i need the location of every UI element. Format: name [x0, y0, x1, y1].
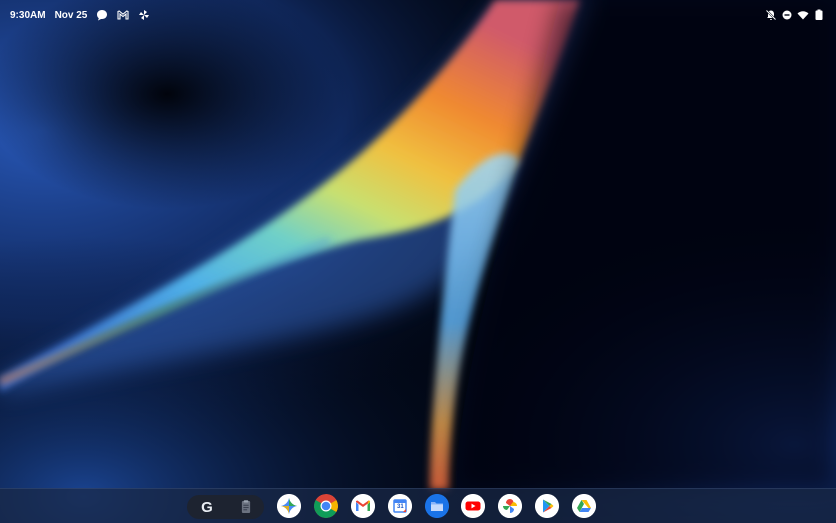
gmail-app-icon[interactable]: [351, 494, 375, 518]
status-bar-left: 9:30AM Nov 25: [10, 9, 150, 21]
play-store-icon[interactable]: [535, 494, 559, 518]
photos-icon[interactable]: [498, 494, 522, 518]
calendar-date-label: 31: [397, 504, 404, 510]
chrome-icon[interactable]: [314, 494, 338, 518]
google-letter: G: [201, 498, 213, 516]
do-not-disturb-icon: [781, 9, 793, 21]
clock-date[interactable]: Nov 25: [55, 10, 88, 21]
youtube-icon[interactable]: [461, 494, 485, 518]
files-icon[interactable]: [425, 494, 449, 518]
calendar-icon[interactable]: 31: [388, 494, 412, 518]
wifi-icon: [797, 9, 809, 21]
status-bar: 9:30AM Nov 25: [0, 0, 836, 30]
chat-icon: [96, 9, 108, 21]
status-bar-right[interactable]: [765, 9, 825, 21]
taskbar: G 31: [0, 488, 836, 523]
wallpaper: [0, 0, 836, 523]
pinwheel-icon: [138, 9, 150, 21]
gemini-icon[interactable]: [277, 494, 301, 518]
launcher-search-pill[interactable]: G: [187, 495, 264, 519]
battery-icon: [813, 9, 825, 21]
clock-time[interactable]: 9:30AM: [10, 10, 46, 21]
clipboard-icon[interactable]: [234, 495, 258, 519]
gmail-icon: [117, 9, 129, 21]
notifications-off-icon: [765, 9, 777, 21]
google-search-icon[interactable]: G: [195, 495, 219, 519]
drive-icon[interactable]: [572, 494, 596, 518]
